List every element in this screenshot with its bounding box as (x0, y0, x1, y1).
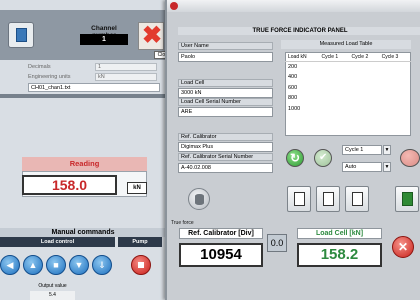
document-icon (16, 28, 27, 42)
manual-commands-title: Manual commands (0, 228, 166, 237)
excel-export-button[interactable] (395, 186, 419, 212)
app-icon (170, 2, 178, 10)
panel-titlebar (167, 0, 420, 12)
column-header: Cycle 2 (349, 52, 380, 62)
confirm-button[interactable] (314, 149, 332, 167)
table-row[interactable]: 600 (286, 83, 411, 94)
user-name-field[interactable]: Paolo (178, 52, 273, 62)
zero-button[interactable]: 0.0 (267, 234, 287, 252)
ref-calibrator-serial-field[interactable]: A-40.02.008 (178, 163, 273, 173)
reading-value: 158.0 (22, 175, 117, 195)
report-icon (294, 192, 305, 206)
load-cell-serial-field[interactable]: ARE (178, 107, 273, 117)
ref-calibrator-div-value: 10954 (179, 243, 263, 267)
load-fast-down-button[interactable]: ⇓ (92, 255, 112, 275)
panel-close-button[interactable]: ✕ (392, 236, 414, 258)
load-cell: 600 (288, 84, 298, 91)
table-row[interactable]: 200 (286, 62, 411, 73)
channel-number-value[interactable]: 1 (80, 34, 128, 45)
save-icon (352, 192, 363, 206)
load-cell-kn-value: 158.2 (297, 243, 382, 267)
excel-icon (402, 192, 413, 206)
load-cell-kn-title: Load Cell [kN] (297, 228, 382, 239)
load-cell: 800 (288, 95, 298, 102)
true-force-group-label: True force (171, 220, 194, 226)
panel-title: TRUE FORCE INDICATOR PANEL (178, 27, 420, 35)
table-row[interactable] (286, 125, 411, 136)
database-button[interactable] (188, 188, 210, 210)
load-control-button-1[interactable]: ◀ (0, 255, 20, 275)
load-down-button[interactable]: ▼ (69, 255, 89, 275)
chevron-down-icon[interactable]: ▼ (383, 145, 391, 155)
load-cell-serial-label: Load Cell Serial Number (178, 98, 273, 106)
table-row[interactable]: 1000 (286, 104, 411, 115)
column-header: Cycle 3 (379, 52, 411, 62)
load-stop-button[interactable]: ■ (46, 255, 66, 275)
report-button[interactable] (287, 186, 311, 212)
save-button[interactable] (345, 186, 369, 212)
output-value: 5.4 (30, 291, 75, 300)
user-name-label: User Name (178, 42, 273, 50)
ref-calibrator-serial-label: Ref. Calibrator Serial Number (178, 153, 273, 161)
ref-calibrator-label: Ref. Calibrator (178, 133, 273, 141)
measured-load-table: Load kN Cycle 1 Cycle 2 Cycle 3 200 400 … (285, 52, 411, 136)
load-cell: 400 (288, 74, 298, 81)
copy-icon (323, 192, 334, 206)
load-cell-label: Load Cell (178, 79, 273, 87)
decimals-label: Decimals (28, 64, 51, 70)
refresh-button[interactable] (286, 149, 304, 167)
load-cell-field[interactable]: 3000 kN (178, 88, 273, 98)
mode-select[interactable]: Auto (342, 162, 382, 172)
load-cell: 1000 (288, 106, 301, 113)
pump-header: Pump (118, 237, 162, 247)
pump-button[interactable] (131, 255, 151, 275)
output-value-label: Output value (38, 283, 67, 289)
divider (0, 94, 168, 98)
cycle-select[interactable]: Cycle 1 (342, 145, 382, 155)
column-header: Cycle 1 (319, 52, 350, 62)
ref-calibrator-field[interactable]: Digimax Plus (178, 142, 273, 152)
decimals-field[interactable]: 1 (95, 63, 157, 71)
load-control-header: Load control (0, 237, 115, 247)
load-cell: 200 (288, 64, 298, 71)
chevron-down-icon[interactable]: ▼ (383, 162, 391, 172)
close-icon: ✖ (142, 22, 163, 49)
load-up-button[interactable]: ▲ (23, 255, 43, 275)
close-button[interactable]: ✖ (138, 22, 164, 50)
table-row[interactable]: 400 (286, 72, 411, 83)
document-tool-button[interactable] (8, 22, 34, 48)
cancel-button[interactable] (400, 149, 420, 167)
engineering-units-field[interactable]: kN (95, 73, 157, 81)
copy-button[interactable] (316, 186, 340, 212)
file-name-field[interactable]: CH01_chan1.txt (28, 83, 160, 92)
reading-unit: kN (127, 182, 147, 194)
table-row[interactable]: 800 (286, 93, 411, 104)
measured-load-table-title: Measured Load Table (281, 40, 411, 49)
column-header: Load kN (285, 52, 320, 62)
ref-calibrator-div-title: Ref. Calibrator [Div] (179, 228, 263, 239)
reading-title: Reading (22, 157, 147, 171)
engineering-units-label: Engineering units (28, 74, 71, 80)
table-row[interactable] (286, 114, 411, 125)
